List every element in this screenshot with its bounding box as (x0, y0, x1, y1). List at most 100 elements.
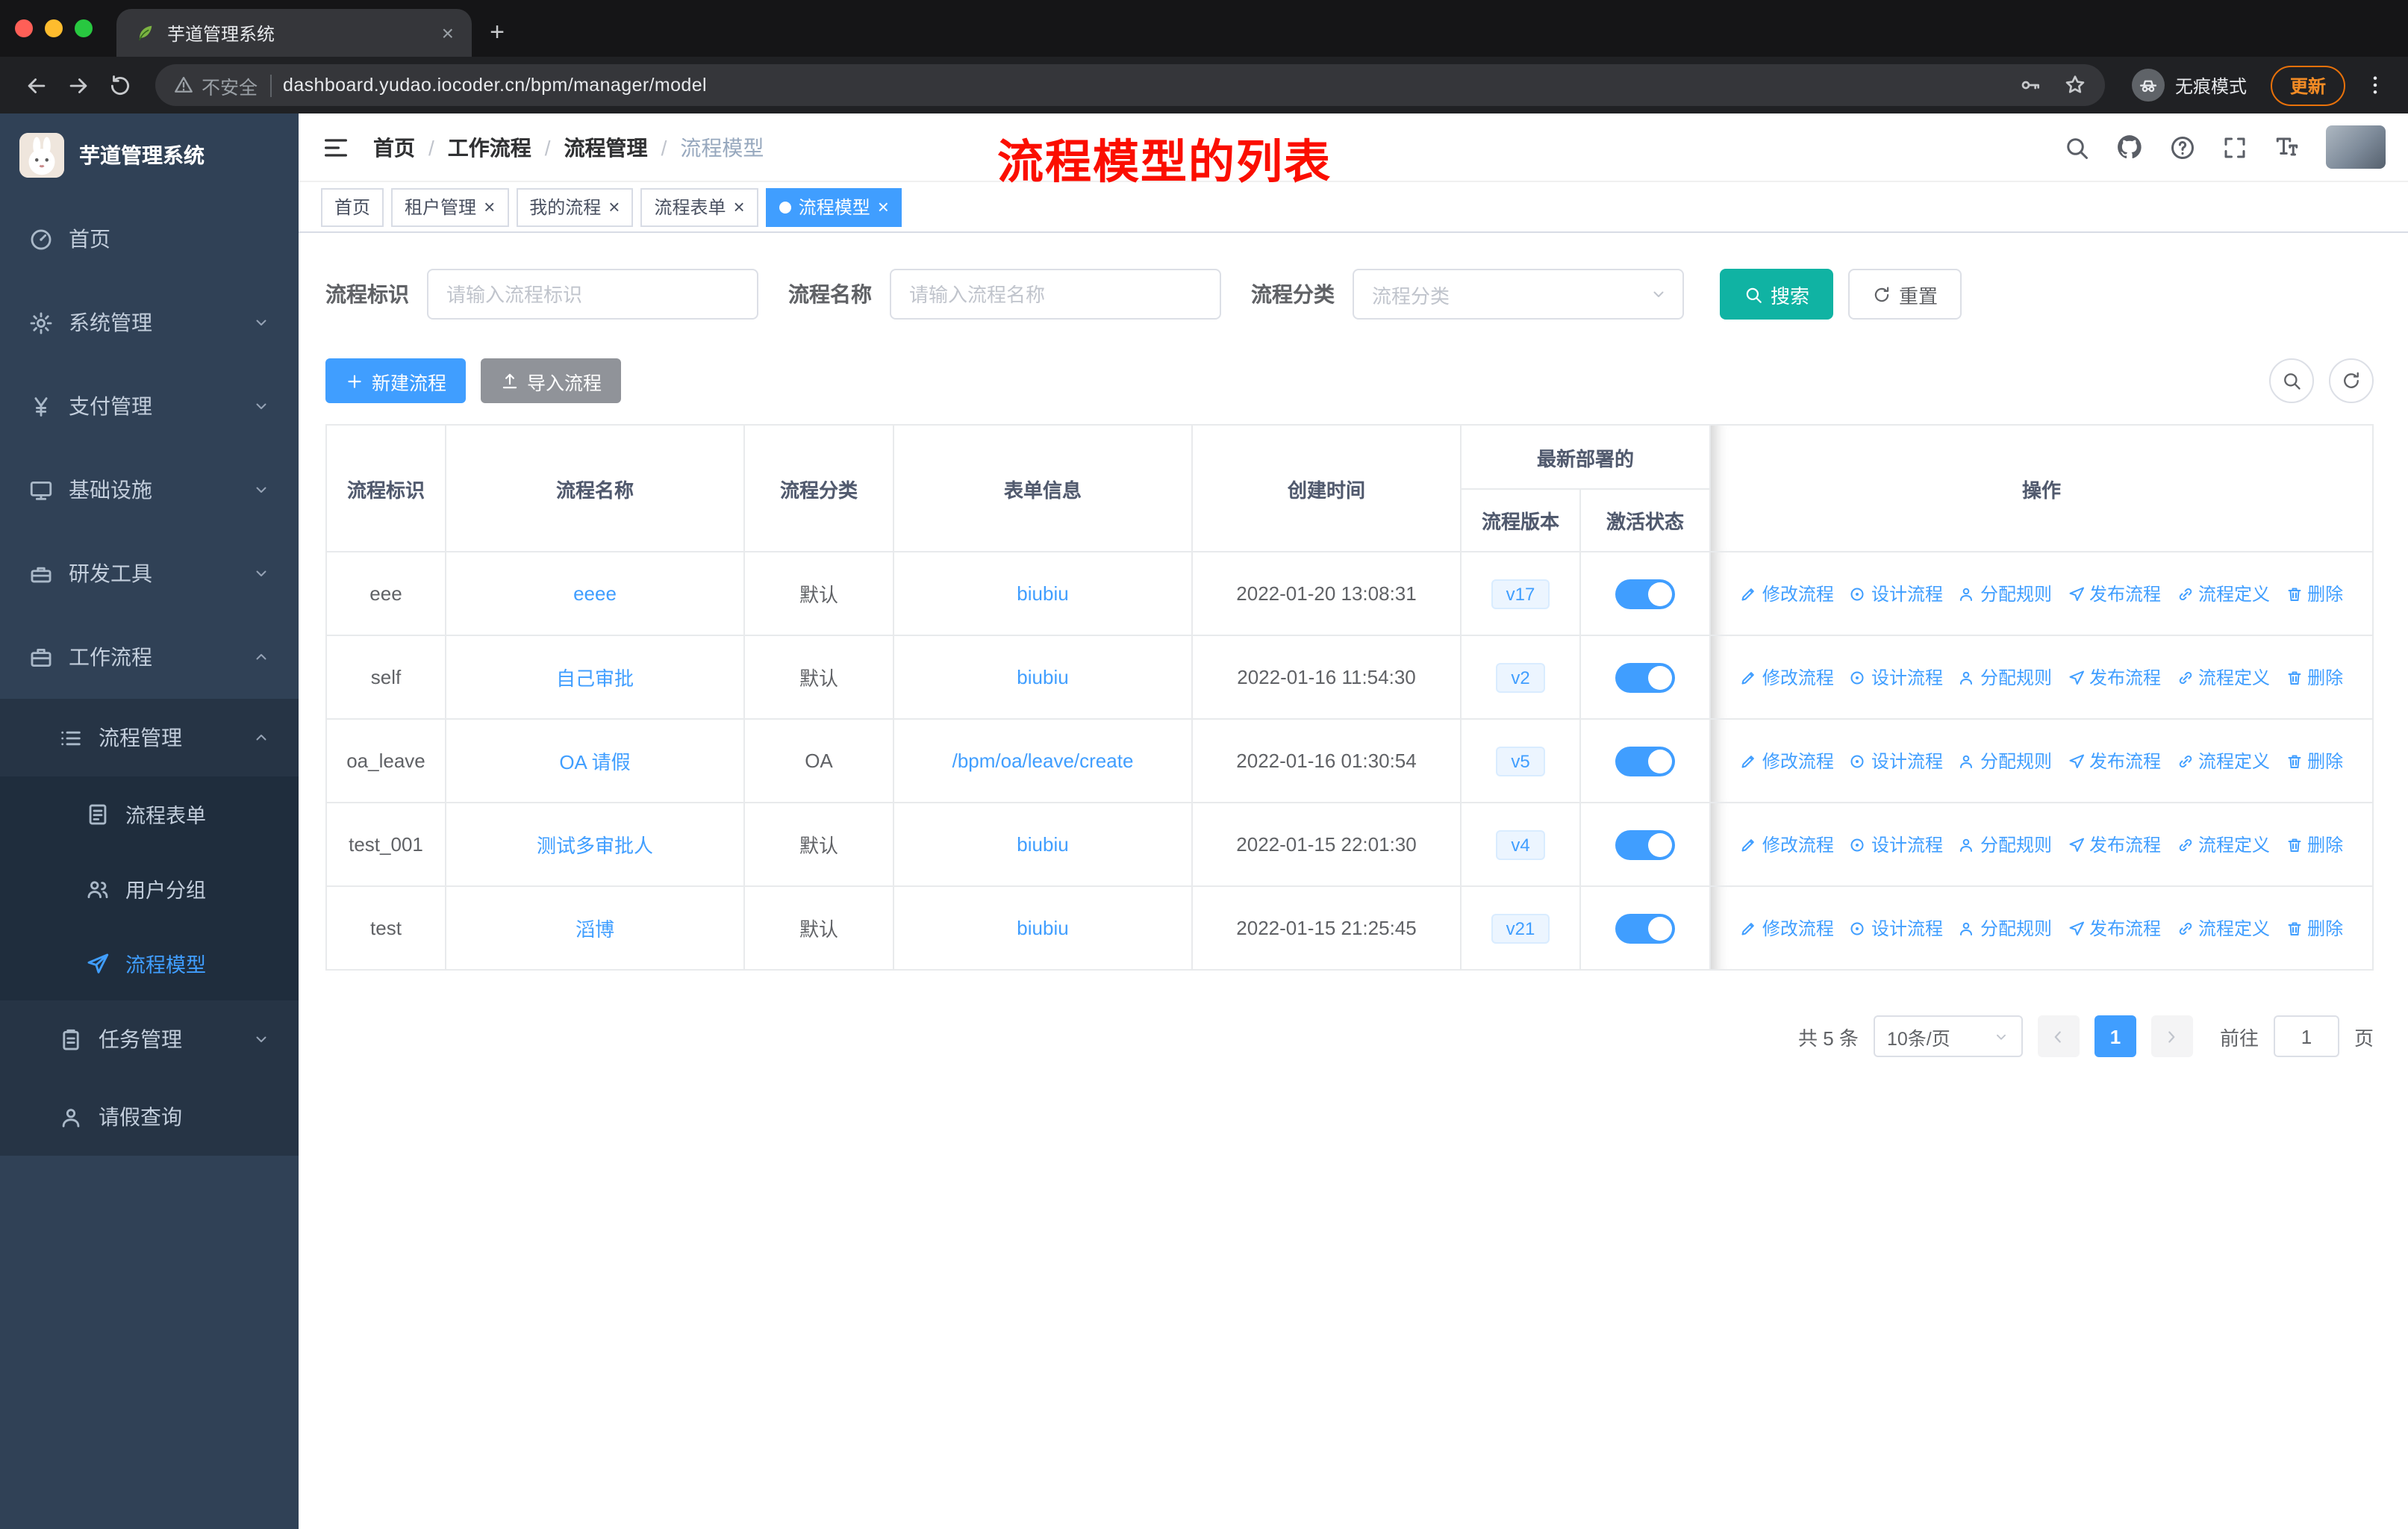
zoom-window-button[interactable] (75, 19, 93, 37)
process-name-link[interactable]: OA 请假 (559, 751, 630, 773)
new-tab-button[interactable]: + (472, 9, 523, 57)
prev-page-button[interactable] (2037, 1015, 2080, 1057)
form-info-link[interactable]: biubiu (1017, 833, 1068, 856)
sidebar-toggle-icon[interactable] (321, 132, 351, 162)
form-info-link[interactable]: biubiu (1017, 666, 1068, 688)
process-category-select[interactable]: 流程分类 (1353, 269, 1684, 320)
action-design-process[interactable]: 设计流程 (1849, 748, 1943, 773)
action-publish-process[interactable]: 发布流程 (2067, 748, 2161, 773)
import-process-button[interactable]: 导入流程 (481, 358, 622, 403)
action-assign-rules[interactable]: 分配规则 (1958, 664, 2052, 690)
active-toggle[interactable] (1615, 746, 1675, 776)
action-process-definition[interactable]: 流程定义 (2176, 748, 2270, 773)
close-icon[interactable]: × (608, 197, 620, 217)
action-modify-process[interactable]: 修改流程 (1740, 832, 1834, 857)
help-icon[interactable] (2169, 134, 2196, 161)
sidebar-item-payment[interactable]: 支付管理 (0, 364, 299, 448)
reset-button[interactable]: 重置 (1848, 269, 1962, 320)
action-assign-rules[interactable]: 分配规则 (1958, 832, 2052, 857)
action-design-process[interactable]: 设计流程 (1849, 915, 1943, 941)
process-id-input[interactable] (427, 269, 758, 320)
action-design-process[interactable]: 设计流程 (1849, 832, 1943, 857)
close-icon[interactable]: × (878, 197, 889, 217)
sidebar-item-process-management[interactable]: 流程管理 (0, 699, 299, 776)
sidebar-item-leave-query[interactable]: 请假查询 (0, 1078, 299, 1156)
minimize-window-button[interactable] (45, 19, 63, 37)
sidebar-item-home[interactable]: 首页 (0, 197, 299, 281)
browser-tab[interactable]: 芋道管理系统 × (116, 9, 472, 57)
back-button[interactable] (15, 64, 57, 106)
forward-button[interactable] (57, 64, 99, 106)
sidebar-item-process-model[interactable]: 流程模型 (0, 926, 299, 1000)
create-process-button[interactable]: 新建流程 (325, 358, 467, 403)
address-bar[interactable]: 不安全 dashboard.yudao.iocoder.cn/bpm/manag… (155, 64, 2105, 106)
action-delete[interactable]: 删除 (2285, 664, 2343, 690)
form-info-link[interactable]: biubiu (1017, 917, 1068, 939)
action-modify-process[interactable]: 修改流程 (1740, 915, 1834, 941)
breadcrumb-workflow[interactable]: 工作流程 (448, 132, 531, 162)
sidebar-item-user-group[interactable]: 用户分组 (0, 851, 299, 926)
action-delete[interactable]: 删除 (2285, 915, 2343, 941)
action-process-definition[interactable]: 流程定义 (2176, 915, 2270, 941)
security-chip[interactable]: 不安全 (173, 71, 258, 99)
action-assign-rules[interactable]: 分配规则 (1958, 581, 2052, 606)
sidebar-item-devtools[interactable]: 研发工具 (0, 532, 299, 615)
browser-update-button[interactable]: 更新 (2270, 65, 2345, 105)
sidebar-item-system[interactable]: 系统管理 (0, 281, 299, 364)
search-icon[interactable] (2063, 134, 2090, 161)
action-assign-rules[interactable]: 分配规则 (1958, 915, 2052, 941)
tag-process-model[interactable]: 流程模型 × (765, 187, 902, 226)
page-number-current[interactable]: 1 (2094, 1015, 2136, 1057)
goto-page-input[interactable] (2273, 1015, 2339, 1057)
action-modify-process[interactable]: 修改流程 (1740, 581, 1834, 606)
next-page-button[interactable] (2150, 1015, 2193, 1057)
url-text[interactable]: dashboard.yudao.iocoder.cn/bpm/manager/m… (283, 75, 1997, 96)
sidebar-item-process-form[interactable]: 流程表单 (0, 776, 299, 851)
process-name-input[interactable] (890, 269, 1221, 320)
sidebar-item-workflow[interactable]: 工作流程 (0, 615, 299, 699)
action-process-definition[interactable]: 流程定义 (2176, 581, 2270, 606)
breadcrumb-home[interactable]: 首页 (373, 132, 415, 162)
reload-button[interactable] (99, 64, 140, 106)
tag-process-form[interactable]: 流程表单 × (640, 187, 758, 226)
action-modify-process[interactable]: 修改流程 (1740, 748, 1834, 773)
form-info-link[interactable]: /bpm/oa/leave/create (952, 750, 1134, 772)
action-publish-process[interactable]: 发布流程 (2067, 664, 2161, 690)
action-delete[interactable]: 删除 (2285, 581, 2343, 606)
active-toggle[interactable] (1615, 829, 1675, 859)
action-process-definition[interactable]: 流程定义 (2176, 664, 2270, 690)
page-size-select[interactable]: 10条/页 (1873, 1015, 2023, 1057)
process-name-link[interactable]: eeee (573, 582, 617, 605)
font-size-icon[interactable] (2274, 134, 2301, 161)
active-toggle[interactable] (1615, 579, 1675, 608)
close-icon[interactable]: × (484, 197, 495, 217)
action-publish-process[interactable]: 发布流程 (2067, 832, 2161, 857)
active-toggle[interactable] (1615, 662, 1675, 692)
tag-tenant[interactable]: 租户管理 × (391, 187, 509, 226)
app-logo[interactable]: 芋道管理系统 (0, 113, 299, 197)
action-design-process[interactable]: 设计流程 (1849, 664, 1943, 690)
action-modify-process[interactable]: 修改流程 (1740, 664, 1834, 690)
active-toggle[interactable] (1615, 913, 1675, 943)
process-name-link[interactable]: 滔博 (576, 918, 614, 941)
action-design-process[interactable]: 设计流程 (1849, 581, 1943, 606)
process-name-link[interactable]: 自己审批 (556, 667, 634, 690)
tag-my-process[interactable]: 我的流程 × (516, 187, 634, 226)
browser-menu-button[interactable] (2357, 64, 2393, 106)
bookmark-star-icon[interactable] (2063, 73, 2087, 97)
action-assign-rules[interactable]: 分配规则 (1958, 748, 2052, 773)
action-process-definition[interactable]: 流程定义 (2176, 832, 2270, 857)
action-publish-process[interactable]: 发布流程 (2067, 581, 2161, 606)
action-delete[interactable]: 删除 (2285, 748, 2343, 773)
tag-home[interactable]: 首页 (321, 187, 384, 226)
github-icon[interactable] (2115, 133, 2144, 161)
tab-close-icon[interactable]: × (442, 22, 454, 43)
action-delete[interactable]: 删除 (2285, 832, 2343, 857)
toggle-search-button[interactable] (2269, 358, 2314, 403)
close-window-button[interactable] (15, 19, 33, 37)
process-name-link[interactable]: 测试多审批人 (537, 835, 653, 857)
form-info-link[interactable]: biubiu (1017, 582, 1068, 605)
password-key-icon[interactable] (2018, 73, 2042, 97)
close-icon[interactable]: × (734, 197, 745, 217)
fullscreen-icon[interactable] (2221, 134, 2248, 161)
